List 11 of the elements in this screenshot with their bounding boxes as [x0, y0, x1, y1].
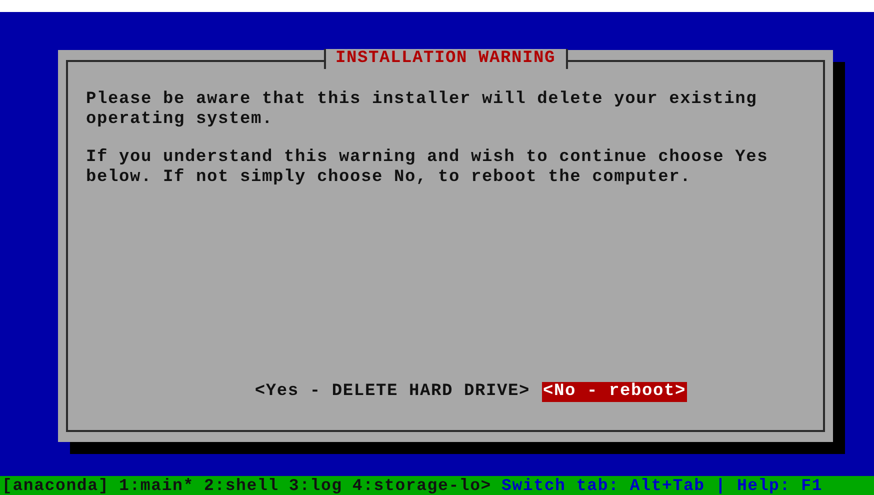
dialog-button[interactable]: <Yes - DELETE HARD DRIVE>	[254, 382, 531, 402]
window-tab[interactable]: 1:main*	[119, 476, 194, 495]
help-hint: Switch tab: Alt+Tab | Help: F1	[502, 476, 823, 495]
window-tab[interactable]: 2:shell	[204, 476, 279, 495]
window-tab[interactable]: 3:log	[288, 476, 342, 495]
window-tab[interactable]: 4:storage-lo>	[352, 476, 492, 495]
warning-text: If you understand this warning and wish to continue choose Yes below. If not simply choose No, to reboot the computer.	[86, 148, 770, 188]
selected-button[interactable]: <No - reboot>	[542, 382, 687, 402]
warning-text: Please be aware that this installer will delete your existing operating system.	[86, 90, 758, 130]
session-name: [anaconda]	[2, 476, 110, 495]
dialog-title: INSTALLATION WARNING	[323, 49, 568, 69]
